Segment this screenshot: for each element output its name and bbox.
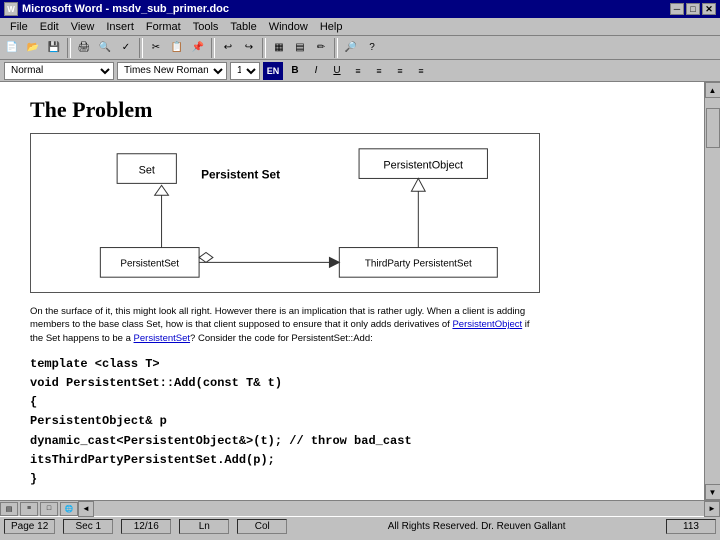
save-button[interactable]: 💾 [44, 38, 64, 58]
bold-button[interactable]: B [286, 62, 304, 80]
menu-window[interactable]: Window [263, 20, 314, 34]
menu-file[interactable]: File [4, 20, 34, 34]
code-line-7: } [30, 470, 674, 489]
link-persistent-object[interactable]: PersistentObject [452, 319, 522, 330]
page-status: Page 12 [4, 519, 55, 534]
uml-diagram: Set PersistentObject Persistent Set Pers… [30, 133, 540, 293]
style-select[interactable]: Normal [4, 62, 114, 80]
columns-button[interactable]: ▤ [290, 38, 310, 58]
window-title: Microsoft Word - msdv_sub_primer.doc [22, 3, 229, 15]
underline-button[interactable]: U [328, 62, 346, 80]
svg-text:Persistent Set: Persistent Set [201, 167, 280, 181]
preview-button[interactable]: 🔍 [95, 38, 115, 58]
align-right-button[interactable]: ≡ [391, 62, 409, 80]
position-status: 12/16 [121, 519, 171, 534]
scroll-left-button[interactable]: ◄ [78, 501, 94, 517]
copy-button[interactable]: 📋 [167, 38, 187, 58]
app-icon: W [4, 2, 18, 16]
close-button[interactable]: ✕ [702, 3, 716, 15]
document-body[interactable]: The Problem Set PersistentObject Persist… [0, 82, 704, 500]
spell-button[interactable]: ✓ [116, 38, 136, 58]
draw-button[interactable]: ✏ [311, 38, 331, 58]
minimize-button[interactable]: ─ [670, 3, 684, 15]
web-view-button[interactable]: 🌐 [60, 502, 78, 516]
align-justify-button[interactable]: ≡ [412, 62, 430, 80]
code-line-1: template <class T> [30, 355, 674, 374]
toolbar1: 📄 📂 💾 🖨 🔍 ✓ ✂ 📋 📌 ↩ ↪ ▦ ▤ ✏ 🔎 ? [0, 36, 720, 60]
print-button[interactable]: 🖨 [74, 38, 94, 58]
menu-help[interactable]: Help [314, 20, 349, 34]
separator5 [334, 38, 338, 58]
menu-tools[interactable]: Tools [187, 20, 225, 34]
body-text: On the surface of it, this might look al… [30, 305, 540, 345]
document-title: The Problem [30, 97, 674, 123]
scroll-right-button[interactable]: ► [704, 501, 720, 517]
code-line-3: { [30, 393, 674, 412]
paste-button[interactable]: 📌 [188, 38, 208, 58]
svg-text:Set: Set [139, 165, 155, 177]
language-button[interactable]: EN [263, 62, 283, 80]
svg-text:PersistentSet: PersistentSet [120, 258, 179, 269]
ln-status: Ln [179, 519, 229, 534]
scroll-track[interactable] [706, 98, 720, 484]
document-container: The Problem Set PersistentObject Persist… [0, 82, 720, 500]
hscroll-track[interactable] [94, 502, 704, 516]
menu-format[interactable]: Format [140, 20, 187, 34]
cut-button[interactable]: ✂ [146, 38, 166, 58]
scroll-thumb[interactable] [706, 108, 720, 148]
svg-text:PersistentObject: PersistentObject [383, 160, 463, 172]
vertical-scrollbar[interactable]: ▲ ▼ [704, 82, 720, 500]
link-persistent-set[interactable]: PersistentSet [134, 333, 191, 344]
scroll-down-button[interactable]: ▼ [705, 484, 720, 500]
title-bar-left: W Microsoft Word - msdv_sub_primer.doc [4, 2, 229, 16]
view-buttons: ▤ ≡ □ 🌐 [0, 502, 78, 516]
font-select[interactable]: Times New Roman [117, 62, 227, 80]
separator4 [262, 38, 266, 58]
separator3 [211, 38, 215, 58]
page-view-button[interactable]: □ [40, 502, 58, 516]
title-bar: W Microsoft Word - msdv_sub_primer.doc ─… [0, 0, 720, 18]
svg-text:ThirdParty PersistentSet: ThirdParty PersistentSet [365, 258, 472, 269]
undo-button[interactable]: ↩ [218, 38, 238, 58]
code-block: template <class T> void PersistentSet::A… [30, 355, 674, 489]
new-button[interactable]: 📄 [2, 38, 22, 58]
status-bar: Page 12 Sec 1 12/16 Ln Col All Rights Re… [0, 516, 720, 536]
scroll-up-button[interactable]: ▲ [705, 82, 720, 98]
maximize-button[interactable]: □ [686, 3, 700, 15]
code-line-6: itsThirdPartyPersistentSet.Add(p); [30, 451, 674, 470]
normal-view-button[interactable]: ▤ [0, 502, 18, 516]
code-line-2: void PersistentSet::Add(const T& t) [30, 374, 674, 393]
separator1 [67, 38, 71, 58]
page-number-status: 113 [666, 519, 716, 534]
copyright-text: All Rights Reserved. Dr. Reuven Gallant [295, 521, 658, 532]
format-bar: Normal Times New Roman 10 EN B I U ≡ ≡ ≡… [0, 60, 720, 82]
title-bar-controls: ─ □ ✕ [670, 3, 716, 15]
menu-table[interactable]: Table [224, 20, 262, 34]
menu-edit[interactable]: Edit [34, 20, 65, 34]
code-line-4: PersistentObject& p [30, 412, 674, 431]
separator2 [139, 38, 143, 58]
code-line-5: dynamic_cast<PersistentObject&>(t); // t… [30, 432, 674, 451]
help-icon[interactable]: ? [362, 38, 382, 58]
horizontal-scrollbar: ▤ ≡ □ 🌐 ◄ ► [0, 500, 720, 516]
align-center-button[interactable]: ≡ [370, 62, 388, 80]
outline-view-button[interactable]: ≡ [20, 502, 38, 516]
size-select[interactable]: 10 [230, 62, 260, 80]
zoom-button[interactable]: 🔎 [341, 38, 361, 58]
open-button[interactable]: 📂 [23, 38, 43, 58]
menu-bar: File Edit View Insert Format Tools Table… [0, 18, 720, 36]
table-button[interactable]: ▦ [269, 38, 289, 58]
menu-view[interactable]: View [65, 20, 101, 34]
sec-status: Sec 1 [63, 519, 113, 534]
menu-insert[interactable]: Insert [100, 20, 140, 34]
col-status: Col [237, 519, 287, 534]
align-left-button[interactable]: ≡ [349, 62, 367, 80]
redo-button[interactable]: ↪ [239, 38, 259, 58]
italic-button[interactable]: I [307, 62, 325, 80]
